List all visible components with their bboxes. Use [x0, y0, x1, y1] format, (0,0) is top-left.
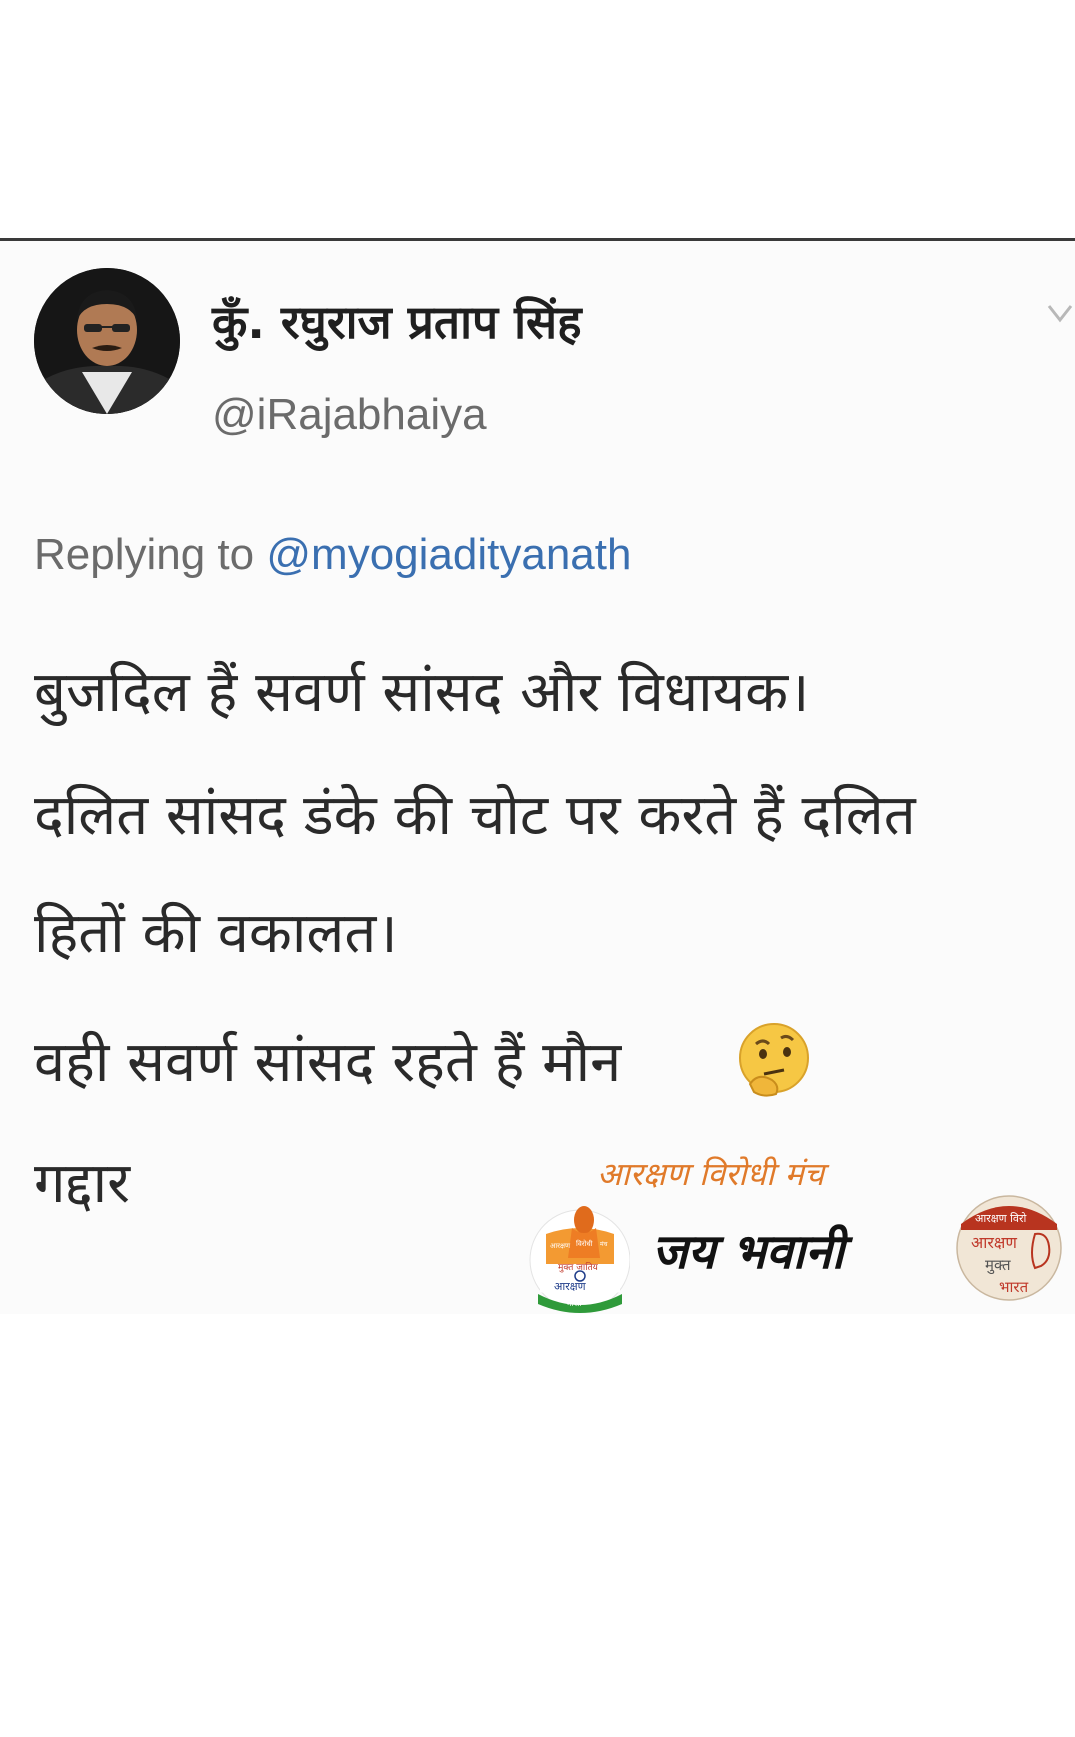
- chevron-down-icon[interactable]: [1045, 296, 1075, 332]
- left-logo-text-4: मुक्त जातिय: [558, 1261, 599, 1273]
- left-logo-text-5: आरक्षण: [554, 1280, 587, 1293]
- left-logo-text-6: भारत: [566, 1299, 582, 1308]
- profile-photo: [34, 268, 180, 414]
- avatar[interactable]: [34, 268, 180, 414]
- left-logo-text-1: आरक्षण: [550, 1242, 571, 1250]
- replying-label: Replying to: [34, 530, 255, 579]
- arakshan-virodhi-manch-logo: आरक्षण विरोधी मंच मुक्त जातिय आरक्षण भार…: [529, 1206, 630, 1313]
- slogan-text: जय भवानी: [652, 1224, 845, 1280]
- manch-title: आरक्षण विरोधी मंच: [597, 1155, 825, 1193]
- left-logo-text-3: मंच: [600, 1241, 608, 1248]
- tweet-text-line-2: दलित सांसद डंके की चोट पर करते हैं दलित: [34, 783, 916, 848]
- arakshan-mukt-bharat-logo: आरक्षण विरो आरक्षण मुक्त भारत: [956, 1195, 1062, 1301]
- thinking-face-icon: [739, 1023, 809, 1097]
- replying-to: Replying to @myogiadityanath: [34, 530, 631, 580]
- left-logo-text-2: विरोधी: [576, 1239, 593, 1248]
- right-logo-text-3: मुक्त: [985, 1256, 1011, 1275]
- tweet-text-line-1: बुजदिल हैं सवर्ण सांसद और विधायक।: [34, 660, 810, 725]
- mention-link[interactable]: @myogiadityanath: [266, 530, 631, 579]
- right-logo-text-2: आरक्षण: [971, 1233, 1017, 1252]
- display-name[interactable]: कुँ. रघुराज प्रताप सिंह: [212, 290, 582, 352]
- tweet-text-line-5: गद्दार: [34, 1151, 131, 1216]
- tweet-text-line-3: हितों की वकालत।: [34, 901, 398, 966]
- right-logo-text-1: आरक्षण विरो: [975, 1212, 1027, 1225]
- user-handle[interactable]: @iRajabhaiya: [212, 390, 487, 440]
- tweet-text-line-4: वही सवर्ण सांसद रहते हैं मौन: [34, 1030, 622, 1095]
- right-logo-text-4: भारत: [999, 1278, 1029, 1296]
